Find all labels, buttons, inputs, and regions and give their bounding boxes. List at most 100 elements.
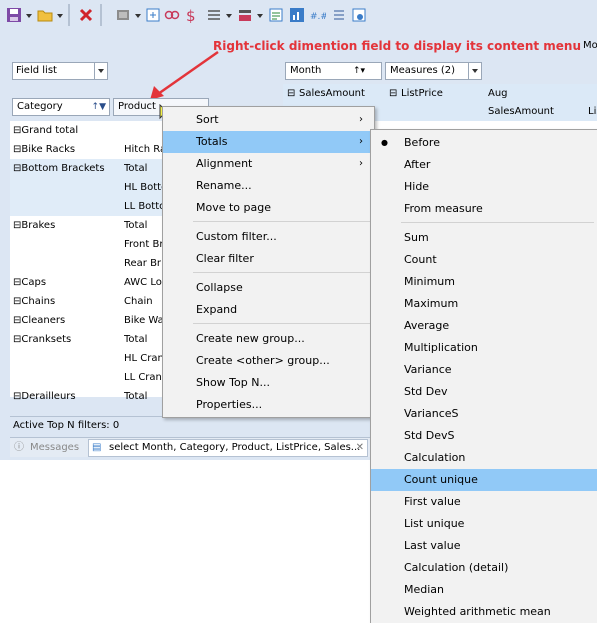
status-text: Active Top N filters: 0 <box>13 420 120 431</box>
submenu-item-label: Hide <box>404 180 430 193</box>
submenu-item[interactable]: Std Dev <box>371 381 597 403</box>
submenu-item[interactable]: Sum <box>371 227 597 249</box>
menu-item-label: Alignment <box>196 157 253 170</box>
col-header-aug[interactable]: Aug <box>488 88 508 99</box>
chevron-right-icon: › <box>359 114 363 125</box>
export-icon[interactable] <box>145 7 161 23</box>
submenu-item[interactable]: Std DevS <box>371 425 597 447</box>
submenu-item[interactable]: List unique <box>371 513 597 535</box>
category-cell[interactable]: ⊟Grand total <box>13 121 78 140</box>
category-cell[interactable]: ⊟Chains <box>13 292 55 311</box>
month-field[interactable]: Month ↑▾ <box>285 62 382 80</box>
context-menu-item[interactable]: Alignment › <box>163 153 374 175</box>
color-icon[interactable] <box>237 7 253 23</box>
submenu-item[interactable]: After <box>371 154 597 176</box>
context-menu-item[interactable]: Collapse <box>163 277 374 299</box>
context-menu-item[interactable]: Create new group... <box>163 328 374 350</box>
list-icon[interactable] <box>206 7 222 23</box>
submenu-item[interactable]: Calculation (detail) <box>371 557 597 579</box>
category-cell[interactable]: ⊟Caps <box>13 273 46 292</box>
chevron-down-icon[interactable] <box>468 63 481 79</box>
submenu-item[interactable]: Variance <box>371 359 597 381</box>
submenu-item[interactable]: First value <box>371 491 597 513</box>
col-header-listprice-cut[interactable]: Lis <box>588 106 597 117</box>
col-header-aug-salesamount[interactable]: SalesAmount <box>488 106 554 117</box>
color-dropdown-icon[interactable] <box>257 14 263 18</box>
context-menu-item[interactable]: Expand <box>163 299 374 321</box>
table-row: Front Br <box>10 235 170 254</box>
submenu-item[interactable]: Hide <box>371 176 597 198</box>
submenu-item[interactable]: Average <box>371 315 597 337</box>
context-menu-item[interactable]: Sort › <box>163 109 374 131</box>
submenu-item-label: Median <box>404 583 445 596</box>
save-icon[interactable] <box>6 7 22 23</box>
category-cell[interactable]: ⊟Bike Racks <box>13 140 75 159</box>
table-row: ⊟Caps AWC Lo <box>10 273 170 292</box>
context-menu: Sort › Totals › Alignment › Rename... Move to p… <box>162 106 375 418</box>
measures-field[interactable]: Measures (2) <box>385 62 482 80</box>
number-format-icon[interactable]: #.# <box>310 7 328 23</box>
save-dropdown-icon[interactable] <box>26 14 32 18</box>
table-row: LL Botto <box>10 197 170 216</box>
context-menu-item[interactable]: Totals › <box>163 131 374 153</box>
delete-icon[interactable] <box>78 7 94 23</box>
submenu-item[interactable]: Count unique <box>371 469 597 491</box>
submenu-item[interactable]: Calculation <box>371 447 597 469</box>
menu-item-label: Collapse <box>196 281 243 294</box>
chart-icon[interactable] <box>289 7 305 23</box>
context-menu-item[interactable]: Custom filter... <box>163 226 374 248</box>
menu-separator <box>193 221 371 222</box>
submenu-item-label: After <box>404 158 431 171</box>
table-row: ⊟Chains Chain <box>10 292 170 311</box>
category-cell[interactable]: ⊟Cranksets <box>13 330 71 349</box>
submenu-item-label: Multiplication <box>404 341 478 354</box>
chevron-down-icon[interactable] <box>94 63 107 79</box>
layout-dropdown-icon[interactable] <box>135 14 141 18</box>
collapse-icon[interactable]: ⊟ <box>389 88 397 99</box>
context-menu-item[interactable]: Move to page <box>163 197 374 219</box>
menu-item-label: Move to page <box>196 201 272 214</box>
context-menu-item[interactable]: Rename... <box>163 175 374 197</box>
layout-icon[interactable] <box>115 7 131 23</box>
category-field[interactable]: Category ↑▼ <box>12 98 110 116</box>
open-folder-icon[interactable] <box>37 7 53 23</box>
sort-icon[interactable]: ↑▾ <box>353 63 365 79</box>
submenu-item[interactable]: Count <box>371 249 597 271</box>
submenu-item[interactable]: ● Before <box>371 132 597 154</box>
submenu-item-label: VarianceS <box>404 407 459 420</box>
submenu-item[interactable]: Minimum <box>371 271 597 293</box>
format-icon[interactable] <box>268 7 284 23</box>
context-menu-item[interactable]: Properties... <box>163 394 374 416</box>
link-icon[interactable] <box>164 7 180 23</box>
product-field-label: Product <box>118 101 156 112</box>
settings-icon[interactable] <box>351 7 367 23</box>
menu-item-label: Show Top N... <box>196 376 270 389</box>
category-cell[interactable]: ⊟Brakes <box>13 216 55 235</box>
col-header-salesamount[interactable]: SalesAmount <box>299 88 365 99</box>
context-menu-item[interactable]: Create <other> group... <box>163 350 374 372</box>
submenu-item[interactable]: VarianceS <box>371 403 597 425</box>
filter-icon[interactable]: ↑▼ <box>92 99 106 115</box>
list-dropdown-icon[interactable] <box>226 14 232 18</box>
submenu-item[interactable]: Last value <box>371 535 597 557</box>
submenu-item[interactable]: From measure <box>371 198 597 220</box>
context-menu-item[interactable]: Show Top N... <box>163 372 374 394</box>
category-cell[interactable]: ⊟Bottom Brackets <box>13 159 105 178</box>
dollar-icon[interactable]: $ <box>183 7 199 25</box>
submenu-item[interactable]: Median <box>371 579 597 601</box>
submenu-item[interactable]: Maximum <box>371 293 597 315</box>
field-list-dropdown[interactable]: Field list <box>12 62 108 80</box>
context-menu-item[interactable]: Clear filter <box>163 248 374 270</box>
open-dropdown-icon[interactable] <box>57 14 63 18</box>
collapse-icon[interactable]: ⊟ <box>287 88 295 99</box>
tab-messages[interactable]: Messages <box>30 438 79 458</box>
submenu-item-label: From measure <box>404 202 483 215</box>
category-cell[interactable]: ⊟Derailleurs <box>13 387 76 406</box>
submenu-item[interactable]: Weighted arithmetic mean <box>371 601 597 623</box>
submenu-item[interactable]: Multiplication <box>371 337 597 359</box>
filter-list-icon[interactable] <box>331 7 347 23</box>
close-icon[interactable]: ✕ <box>356 438 364 458</box>
col-header-listprice[interactable]: ListPrice <box>401 88 443 99</box>
tab-query[interactable]: ▤ select Month, Category, Product, ListP… <box>88 439 368 457</box>
category-cell[interactable]: ⊟Cleaners <box>13 311 65 330</box>
